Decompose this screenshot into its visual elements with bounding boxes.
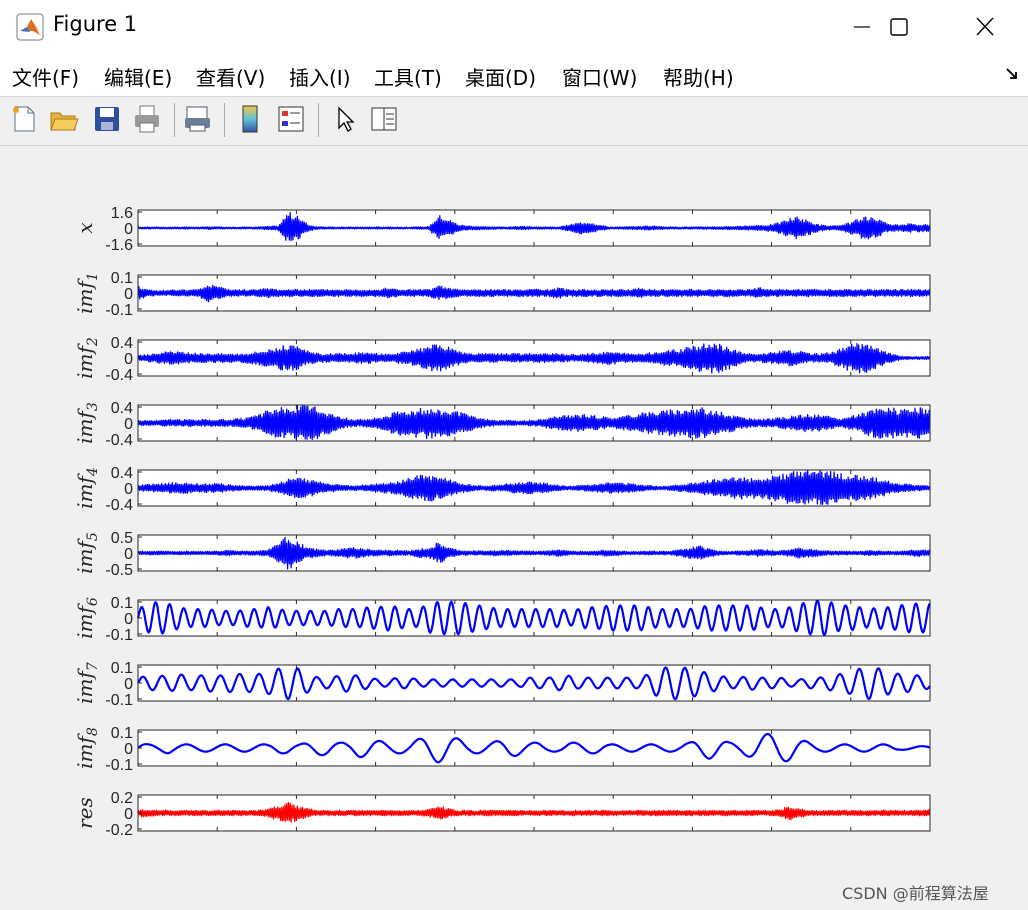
y-tick-label: 0 xyxy=(124,221,133,238)
property-inspector-icon[interactable] xyxy=(369,104,399,134)
y-axis-label: imf6 xyxy=(73,597,101,639)
y-tick-label: 0 xyxy=(124,611,133,628)
y-tick-label: -0.2 xyxy=(105,822,133,839)
window-title: Figure 1 xyxy=(53,12,138,36)
y-tick-label: 0.4 xyxy=(111,335,133,352)
y-tick-label: -0.4 xyxy=(105,367,133,384)
y-tick-label: 0 xyxy=(124,741,133,758)
subplot-stack: 1.60-1.6x0.10-0.1imf10.40-0.4imf20.40-0.… xyxy=(73,205,931,839)
y-tick-label: -0.5 xyxy=(105,562,133,579)
y-tick-label: 0 xyxy=(124,481,133,498)
y-tick-label: 0 xyxy=(124,806,133,823)
y-tick-label: 0.2 xyxy=(111,790,133,807)
y-axis-label-subscript: 4 xyxy=(85,467,101,477)
y-tick-label: 1.6 xyxy=(111,205,133,222)
y-axis-label: imf3 xyxy=(73,402,101,444)
y-tick-label: 0 xyxy=(124,286,133,303)
axes-background xyxy=(138,730,930,766)
y-axis-label-subscript: 6 xyxy=(85,597,101,606)
y-tick-label: 0.5 xyxy=(111,530,133,547)
y-tick-label: -0.1 xyxy=(105,692,133,709)
y-axis-label: x xyxy=(73,222,97,233)
legend-icon[interactable] xyxy=(276,104,306,134)
watermark: CSDN @前程算法屋 xyxy=(842,884,989,903)
y-tick-label: 0.4 xyxy=(111,400,133,417)
y-tick-label: 0 xyxy=(124,676,133,693)
new-figure-icon[interactable] xyxy=(9,104,39,134)
y-tick-label: 0.1 xyxy=(111,270,133,287)
menu-edit[interactable]: 编辑(E) xyxy=(104,62,172,91)
y-axis-label: imf7 xyxy=(73,662,101,704)
y-axis-label-subscript: 7 xyxy=(85,662,101,671)
y-axis-label-subscript: 1 xyxy=(85,272,101,281)
menu-view[interactable]: 查看(V) xyxy=(196,62,265,91)
y-axis-label: imf4 xyxy=(73,467,101,509)
y-tick-label: -0.1 xyxy=(105,302,133,319)
y-axis-label-subscript: 2 xyxy=(85,337,101,347)
y-axis-label: imf5 xyxy=(73,532,101,574)
y-tick-label: 0.1 xyxy=(111,725,133,742)
figure-canvas: 1.6 0 -1.6 x 0.1 0 -0.1 imf1 0.4 0 -0.4 imf2 0.4 0 -0.… xyxy=(4,146,1026,908)
y-tick-label: 0.1 xyxy=(111,660,133,677)
y-tick-label: -0.1 xyxy=(105,627,133,644)
colorbar-icon[interactable] xyxy=(235,104,265,134)
y-axis-label-subscript: 8 xyxy=(85,727,101,736)
toolbar-separator xyxy=(318,103,319,137)
edit-plot-arrow-icon[interactable] xyxy=(330,104,360,134)
y-axis-label: imf8 xyxy=(73,727,101,769)
title-bar: Figure 1 xyxy=(0,0,1028,54)
close-icon[interactable] xyxy=(950,0,1020,54)
menu-tools[interactable]: 工具(T) xyxy=(374,62,442,91)
y-tick-label: -0.4 xyxy=(105,432,133,449)
y-tick-label: 0 xyxy=(124,416,133,433)
y-tick-label: 0.4 xyxy=(111,465,133,482)
menu-insert[interactable]: 插入(I) xyxy=(289,62,351,91)
print-icon[interactable] xyxy=(132,104,162,134)
menu-file[interactable]: 文件(F) xyxy=(12,62,79,91)
dock-arrow-icon[interactable] xyxy=(1004,66,1020,82)
y-tick-label: -1.6 xyxy=(105,237,133,254)
y-axis-label-subscript: 3 xyxy=(85,402,101,411)
menu-bar: 文件(F) 编辑(E) 查看(V) 插入(I) 工具(T) 桌面(D) 窗口(W… xyxy=(0,54,1028,96)
y-tick-label: 0.1 xyxy=(111,595,133,612)
matlab-logo-icon[interactable] xyxy=(16,13,44,41)
open-file-icon[interactable] xyxy=(49,104,79,134)
menu-help[interactable]: 帮助(H) xyxy=(663,62,734,91)
y-axis-label: imf2 xyxy=(73,337,101,379)
menu-window[interactable]: 窗口(W) xyxy=(562,62,637,91)
y-tick-label: -0.4 xyxy=(105,497,133,514)
menu-desktop[interactable]: 桌面(D) xyxy=(465,62,536,91)
y-tick-label: 0 xyxy=(124,351,133,368)
y-axis-label: res xyxy=(73,797,97,829)
y-tick-label: 0 xyxy=(124,546,133,563)
y-tick-label: -0.1 xyxy=(105,757,133,774)
print-preview-icon[interactable] xyxy=(183,104,213,134)
y-axis-label-subscript: 5 xyxy=(85,532,101,541)
maximize-icon[interactable] xyxy=(864,0,934,54)
save-icon[interactable] xyxy=(92,104,122,134)
toolbar-separator xyxy=(174,103,175,137)
toolbar-separator xyxy=(224,103,225,137)
y-axis-label: imf1 xyxy=(73,272,101,314)
